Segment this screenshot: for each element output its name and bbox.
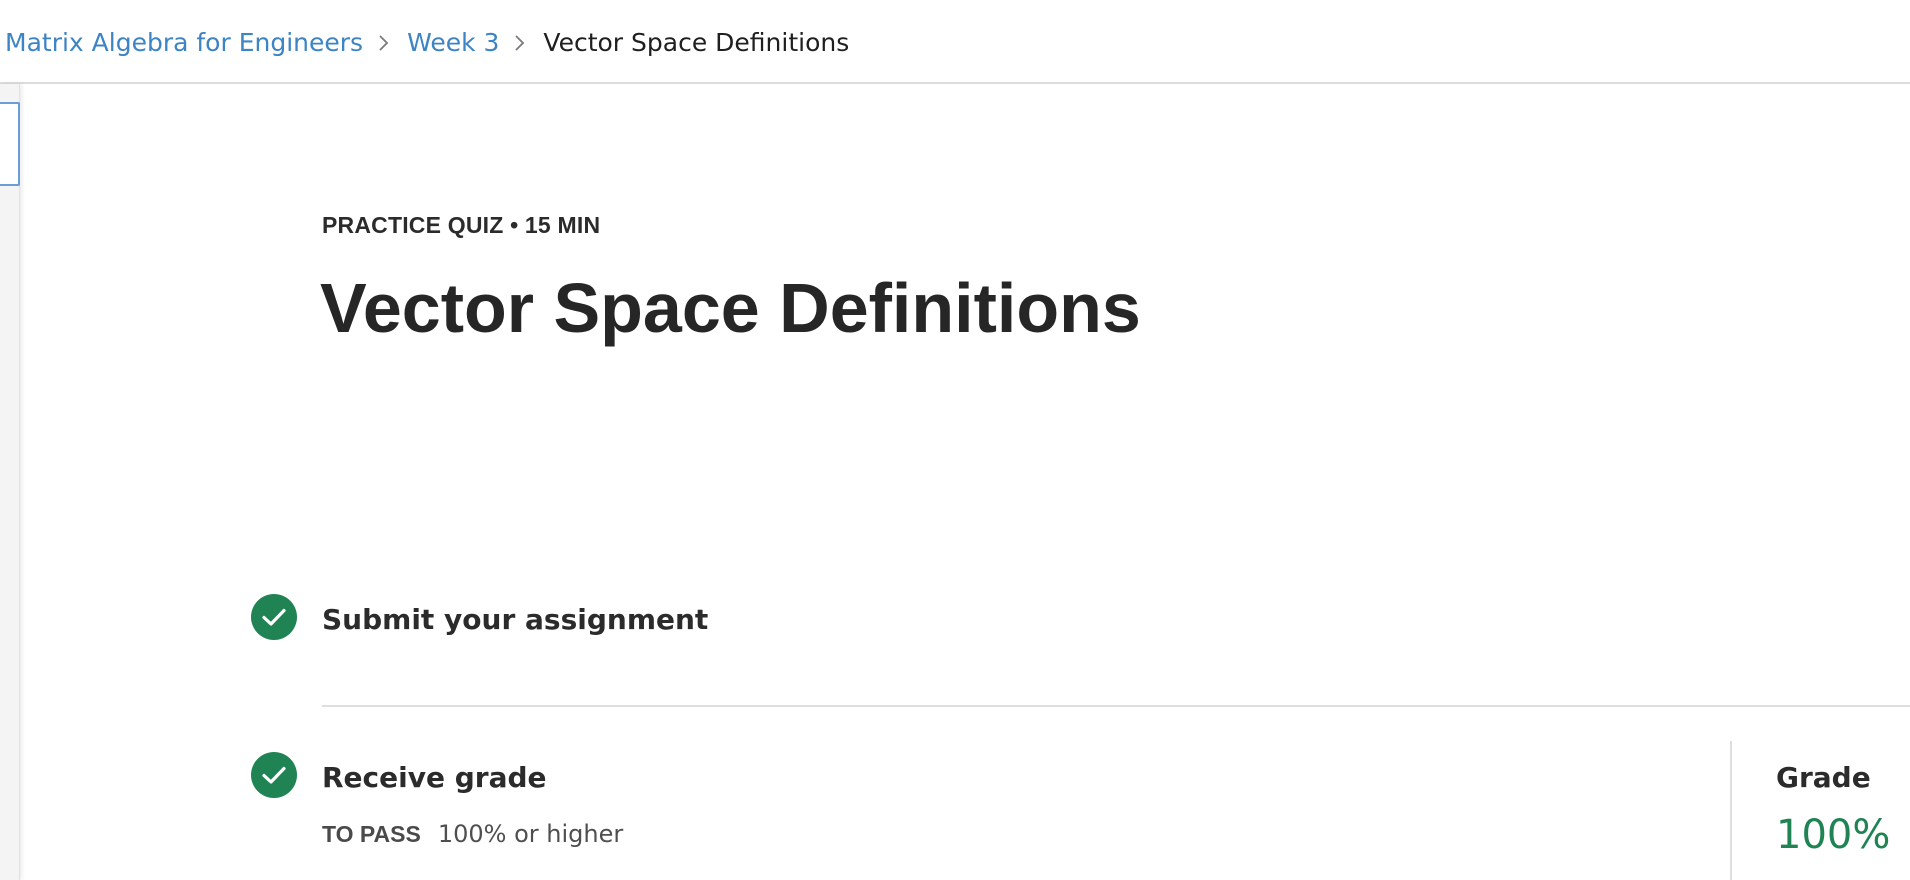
left-sidebar-collapsed [0, 84, 20, 880]
top-bar: Matrix Algebra for Engineers Week 3 Vect… [0, 0, 1910, 84]
check-circle-icon [251, 752, 297, 798]
breadcrumb: Matrix Algebra for Engineers Week 3 Vect… [5, 24, 849, 60]
grade-value: 100% [1776, 812, 1891, 858]
chevron-right-icon [363, 24, 407, 60]
pass-label: TO PASS [322, 820, 421, 847]
grade-label: Grade [1776, 761, 1871, 794]
item-type-duration: PRACTICE QUIZ • 15 MIN [322, 212, 601, 238]
breadcrumb-course-link[interactable]: Matrix Algebra for Engineers [5, 28, 363, 57]
step-divider [322, 705, 1910, 707]
check-circle-icon [251, 594, 297, 640]
pass-value: 100% or higher [437, 820, 624, 848]
page-title: Vector Space Definitions [320, 269, 1141, 347]
breadcrumb-current: Vector Space Definitions [543, 27, 850, 57]
step-receive-label: Receive grade [322, 761, 547, 794]
chevron-right-icon [499, 24, 543, 60]
grade-divider [1730, 741, 1732, 880]
pass-requirement: TO PASS 100% or higher [322, 820, 623, 848]
breadcrumb-week-link[interactable]: Week 3 [407, 28, 499, 57]
sidebar-expand-tab[interactable] [0, 102, 20, 186]
step-submit-label: Submit your assignment [322, 603, 709, 636]
